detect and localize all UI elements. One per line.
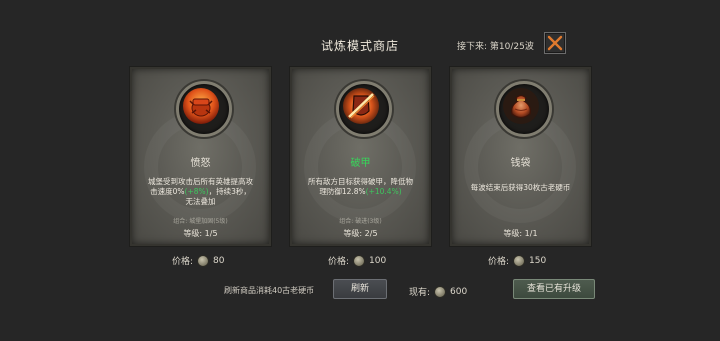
page-title: 试炼模式商店 bbox=[320, 39, 399, 53]
card-level: 等级: 1/1 bbox=[503, 229, 538, 238]
coin-icon bbox=[513, 254, 526, 267]
card-name: 破甲 bbox=[350, 158, 371, 169]
card-level: 等级: 2/5 bbox=[343, 229, 378, 238]
card-name: 钱袋 bbox=[510, 158, 531, 169]
shop-card-armor-break[interactable]: 破甲 所有敌方目标获得破甲，降低物 理防御12.8%(+10.4%) 组合: 破… bbox=[290, 67, 431, 246]
price-rage: 价格: 80 bbox=[172, 254, 225, 267]
shop-card-rage[interactable]: 愤怒 城堡受到攻击后所有英雄提高攻 击速度0%(+8%)，持续3秒， 无法叠加 … bbox=[130, 67, 271, 246]
price-armor-break: 价格: 100 bbox=[328, 254, 387, 267]
close-button[interactable] bbox=[544, 32, 566, 54]
next-wave-label: 接下来: 第10/25波 bbox=[457, 42, 534, 52]
close-icon bbox=[547, 35, 563, 51]
owned-coins: 现有: 600 bbox=[409, 285, 468, 298]
card-icon-frame bbox=[496, 81, 552, 137]
card-combo: 组合: 城堡加固(5级) bbox=[173, 218, 228, 225]
money-bag-icon bbox=[503, 88, 539, 124]
card-description: 城堡受到攻击后所有英雄提高攻 击速度0%(+8%)，持续3秒， 无法叠加 bbox=[148, 177, 253, 206]
coin-icon bbox=[353, 254, 366, 267]
card-combo: 组合: 破进(3级) bbox=[339, 218, 382, 225]
card-icon-frame bbox=[336, 81, 392, 137]
card-description: 每波结束后获得30枚古老硬币 bbox=[470, 183, 571, 192]
card-level: 等级: 1/5 bbox=[183, 229, 218, 238]
armor-break-icon bbox=[343, 88, 379, 124]
refresh-cost-note: 刷新商品消耗40古老硬币 bbox=[224, 286, 315, 295]
coin-icon bbox=[197, 254, 210, 267]
price-money-bag: 价格: 150 bbox=[488, 254, 547, 267]
rage-fist-icon bbox=[183, 88, 219, 124]
card-name: 愤怒 bbox=[190, 158, 211, 169]
shop-card-money-bag[interactable]: 钱袋 每波结束后获得30枚古老硬币 等级: 1/1 bbox=[450, 67, 591, 246]
coin-icon bbox=[434, 285, 447, 298]
card-description: 所有敌方目标获得破甲，降低物 理防御12.8%(+10.4%) bbox=[308, 177, 413, 196]
card-icon-frame bbox=[176, 81, 232, 137]
refresh-button[interactable]: 刷新 bbox=[333, 279, 387, 299]
view-upgrades-button[interactable]: 查看已有升级 bbox=[513, 279, 595, 299]
